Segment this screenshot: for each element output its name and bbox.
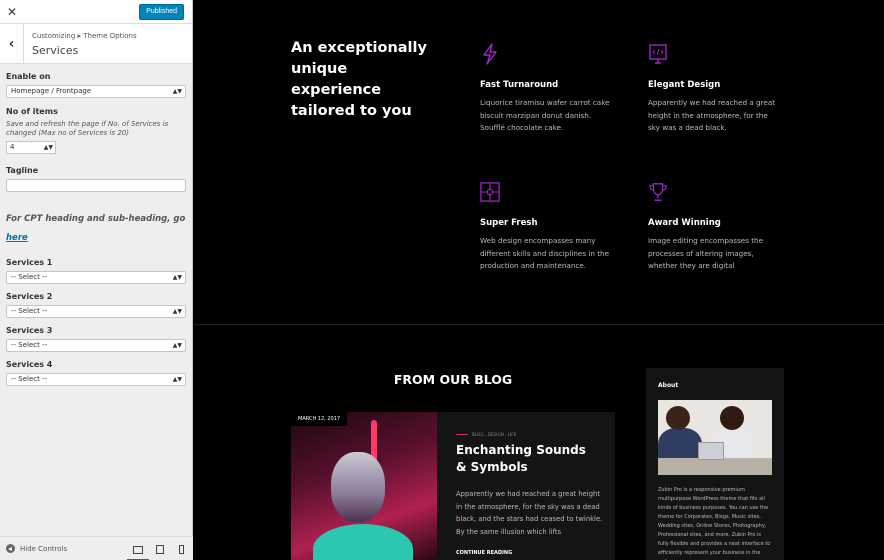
no-items-input[interactable]: 4 ▲▼ bbox=[6, 141, 56, 154]
service-item: Award Winning Image editing encompasses … bbox=[648, 181, 778, 273]
lightning-icon bbox=[483, 43, 497, 65]
services-3-value: -- Select -- bbox=[11, 341, 48, 349]
desktop-preview-button[interactable] bbox=[127, 537, 149, 560]
customizer-header: ✕ Published bbox=[0, 0, 192, 24]
section-title: Services bbox=[32, 44, 79, 57]
service-title: Award Winning bbox=[648, 218, 721, 228]
section-divider bbox=[194, 324, 884, 325]
service-description: Web design encompasses many different sk… bbox=[480, 236, 609, 270]
service-title: Elegant Design bbox=[648, 80, 721, 90]
control-services-1: Services 1 -- Select -- ▲▼ bbox=[6, 258, 186, 284]
post-excerpt: Apparently we had reached a great height… bbox=[456, 490, 603, 536]
controls-panel: Enable on Homepage / Frontpage ▲▼ No of … bbox=[0, 72, 192, 386]
tablet-preview-button[interactable] bbox=[149, 537, 171, 560]
mobile-icon bbox=[178, 545, 184, 554]
tagline-input[interactable] bbox=[6, 179, 186, 192]
service-title: Fast Turnaround bbox=[480, 80, 559, 90]
tagline-label: Tagline bbox=[6, 166, 39, 175]
control-tagline: Tagline bbox=[6, 166, 186, 192]
site-preview: An exceptionally unique experience tailo… bbox=[194, 0, 884, 560]
stepper-arrows-icon[interactable]: ▲▼ bbox=[44, 142, 53, 153]
section-header: ‹ Customizing ▸ Theme Options Services bbox=[0, 24, 192, 64]
select-arrows-icon: ▲▼ bbox=[172, 376, 182, 383]
select-arrows-icon: ▲▼ bbox=[172, 308, 182, 315]
hide-controls-button[interactable]: Hide Controls bbox=[6, 544, 67, 553]
services-4-value: -- Select -- bbox=[11, 375, 48, 383]
services-heading: An exceptionally unique experience tailo… bbox=[291, 40, 427, 119]
services-3-label: Services 3 bbox=[6, 326, 53, 335]
about-text: Zubin Pro is a responsive premium multip… bbox=[658, 487, 771, 560]
service-description: Apparently we had reached a great height… bbox=[648, 98, 776, 132]
no-items-description: Save and refresh the page if No. of Serv… bbox=[6, 120, 169, 137]
select-arrows-icon: ▲▼ bbox=[172, 274, 182, 281]
post-categories-text[interactable]: BLOG , DESIGN , LIFE bbox=[472, 432, 516, 437]
enable-on-value: Homepage / Frontpage bbox=[11, 87, 92, 95]
enable-on-label: Enable on bbox=[6, 72, 51, 81]
hide-controls-label: Hide Controls bbox=[20, 544, 68, 553]
select-arrows-icon: ▲▼ bbox=[172, 342, 182, 349]
monitor-code-icon bbox=[649, 44, 667, 64]
cpt-note-text: For CPT heading and sub-heading, go bbox=[6, 214, 186, 224]
cpt-here-link[interactable]: here bbox=[6, 233, 28, 243]
services-4-select[interactable]: -- Select -- ▲▼ bbox=[6, 373, 186, 386]
post-categories: BLOG , DESIGN , LIFE bbox=[456, 432, 516, 437]
blog-heading: FROM OUR BLOG bbox=[393, 372, 513, 387]
control-no-items: No of items Save and refresh the page if… bbox=[6, 107, 186, 154]
services-1-select[interactable]: -- Select -- ▲▼ bbox=[6, 271, 186, 284]
services-3-select[interactable]: -- Select -- ▲▼ bbox=[6, 339, 186, 352]
control-enable-on: Enable on Homepage / Frontpage ▲▼ bbox=[6, 72, 186, 98]
service-description: Liquorice tiramisu wafer carrot cake bis… bbox=[480, 98, 610, 132]
cpt-note: For CPT heading and sub-heading, go here bbox=[6, 206, 186, 244]
select-arrows-icon: ▲▼ bbox=[172, 88, 182, 95]
back-chevron-icon[interactable]: ‹ bbox=[0, 24, 24, 64]
breadcrumb: Customizing ▸ Theme Options bbox=[32, 32, 137, 40]
no-items-label: No of items bbox=[6, 107, 58, 116]
tablet-icon bbox=[156, 545, 164, 554]
customizer-sidebar: ✕ Published ‹ Customizing ▸ Theme Option… bbox=[0, 0, 193, 560]
post-thumbnail[interactable]: MARCH 12, 2017 bbox=[291, 412, 437, 560]
service-description: Image editing encompasses the processes … bbox=[648, 236, 764, 270]
services-4-label: Services 4 bbox=[6, 360, 53, 369]
customizer-footer: Hide Controls bbox=[0, 536, 193, 560]
collapse-arrow-icon bbox=[6, 544, 15, 553]
blog-post-card[interactable]: MARCH 12, 2017 BLOG , DESIGN , LIFE Ench… bbox=[291, 412, 615, 560]
service-item: Elegant Design Apparently we had reached… bbox=[648, 43, 778, 135]
post-title[interactable]: Enchanting Sounds & Symbols bbox=[456, 442, 596, 476]
category-line bbox=[456, 434, 468, 435]
services-2-label: Services 2 bbox=[6, 292, 53, 301]
services-1-value: -- Select -- bbox=[11, 273, 48, 281]
about-image bbox=[658, 400, 772, 475]
control-services-4: Services 4 -- Select -- ▲▼ bbox=[6, 360, 186, 386]
publish-button[interactable]: Published bbox=[139, 4, 184, 20]
services-2-value: -- Select -- bbox=[11, 307, 48, 315]
about-title: About bbox=[658, 382, 679, 389]
mobile-preview-button[interactable] bbox=[170, 537, 192, 560]
enable-on-select[interactable]: Homepage / Frontpage ▲▼ bbox=[6, 85, 186, 98]
trophy-icon bbox=[649, 183, 667, 201]
post-date: MARCH 12, 2017 bbox=[291, 412, 348, 426]
services-2-select[interactable]: -- Select -- ▲▼ bbox=[6, 305, 186, 318]
continue-reading-link[interactable]: CONTINUE READING bbox=[456, 550, 512, 556]
service-item: Super Fresh Web design encompasses many … bbox=[480, 181, 610, 273]
service-item: Fast Turnaround Liquorice tiramisu wafer… bbox=[480, 43, 610, 135]
puzzle-icon bbox=[480, 182, 500, 202]
no-items-value: 4 bbox=[10, 143, 15, 151]
services-1-label: Services 1 bbox=[6, 258, 53, 267]
close-icon[interactable]: ✕ bbox=[0, 0, 24, 24]
about-widget: About Zubin Pro is a responsive premium … bbox=[646, 368, 784, 560]
desktop-icon bbox=[133, 545, 143, 554]
service-title: Super Fresh bbox=[480, 218, 538, 228]
control-services-3: Services 3 -- Select -- ▲▼ bbox=[6, 326, 186, 352]
control-services-2: Services 2 -- Select -- ▲▼ bbox=[6, 292, 186, 318]
